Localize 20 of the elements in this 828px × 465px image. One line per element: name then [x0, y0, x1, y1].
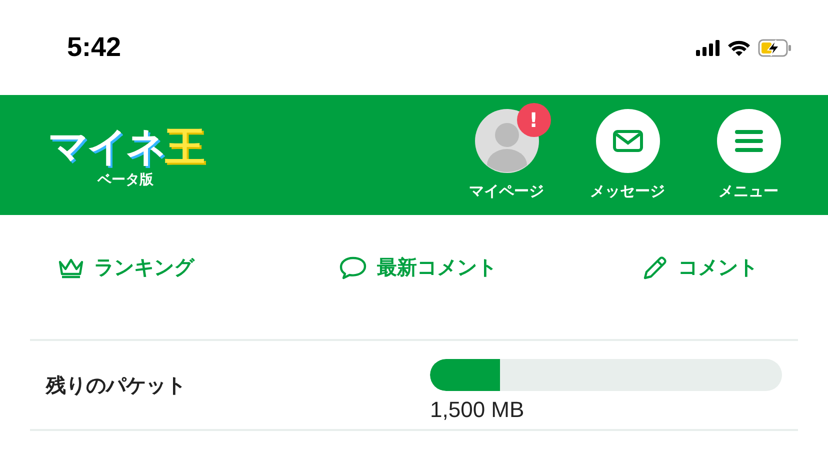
- packet-label: 残りのパケット: [46, 372, 186, 398]
- speech-bubble-icon: [339, 256, 367, 280]
- battery-charging-icon: [758, 38, 792, 56]
- header-nav-button[interactable]: ! マイページ: [453, 101, 560, 201]
- packet-amount: 1,500 MB: [430, 397, 526, 423]
- mail-icon: [612, 130, 642, 152]
- notification-badge: !: [516, 103, 550, 137]
- signal-icon: [696, 40, 720, 56]
- header-nav-button[interactable]: メッセージ: [574, 101, 681, 201]
- header-nav-button[interactable]: メニュー: [695, 101, 802, 201]
- beta-label: ベータ版: [98, 171, 154, 189]
- nav-link[interactable]: コメント: [642, 254, 758, 281]
- pencil-icon: [642, 254, 668, 280]
- nav-link[interactable]: 最新コメント: [339, 254, 497, 281]
- logo[interactable]: マイネ王: [48, 127, 203, 167]
- nav-link[interactable]: ランキング: [58, 254, 194, 281]
- crown-icon: [58, 256, 84, 278]
- wifi-icon: [728, 40, 750, 56]
- menu-icon: [734, 130, 762, 152]
- status-time: 5:42: [67, 32, 122, 63]
